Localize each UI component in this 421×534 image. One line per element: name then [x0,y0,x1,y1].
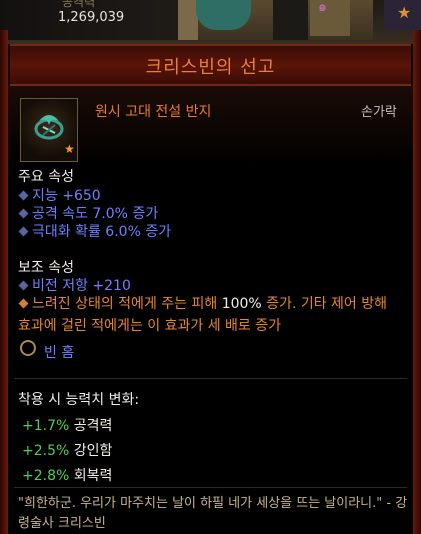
primary-stat: 극대화 확률 6.0% 증가 [18,221,171,241]
primary-stat: 지능 +650 [18,185,101,205]
stat-change-row: +2.8% 회복력 [22,468,113,484]
stat-label: 공격력 [62,0,96,9]
secondary-stat: 비전 저항 +210 [18,275,131,295]
item-icon-frame[interactable]: ★ [20,98,78,162]
bullet-icon [18,298,29,309]
bullet-icon [18,280,29,291]
socket-ring-icon[interactable] [20,340,36,356]
frame-right [413,30,421,534]
stat-change-row: +1.7% 공격력 [22,418,113,434]
bullet-icon [18,190,29,201]
item-type: 원시 고대 전설 반지 [95,104,212,120]
stat-change-row: +2.5% 강인함 [22,443,113,459]
primary-title: 주요 속성 [18,169,74,185]
star-icon: ★ [397,3,412,22]
swirl-icon: ๑ [318,0,327,15]
divider [14,487,407,488]
item-slot: 손가락 [361,105,397,120]
secondary-title: 보조 속성 [18,260,74,276]
bullet-icon [18,208,29,219]
frame-left [0,30,8,534]
legendary-power: 느려진 상태의 적에게 주는 피해 100% 증가. 기타 제어 방해 효과에 … [18,296,388,334]
stat-value: 1,269,039 [58,10,125,25]
ring-icon [34,115,64,140]
star-icon: ★ [64,142,75,156]
stat-panel: 공격력 1,269,039 [0,0,180,40]
bullet-icon [18,226,29,237]
flavor-text: "희한하군. 우리가 마주치는 날이 하필 네가 세상을 뜨는 날이라니." -… [18,496,408,531]
character-portrait [178,0,373,40]
paragon-badge: ★ [384,0,421,30]
primary-stat: 공격 속도 7.0% 증가 [18,203,158,223]
divider [14,378,407,379]
item-name: 크리스빈의 선고 [145,57,276,78]
socket-label: 빈 홈 [44,345,75,361]
stat-change-title: 착용 시 능력치 변화: [18,392,140,408]
tooltip-title-bar: 크리스빈의 선고 [10,44,411,86]
